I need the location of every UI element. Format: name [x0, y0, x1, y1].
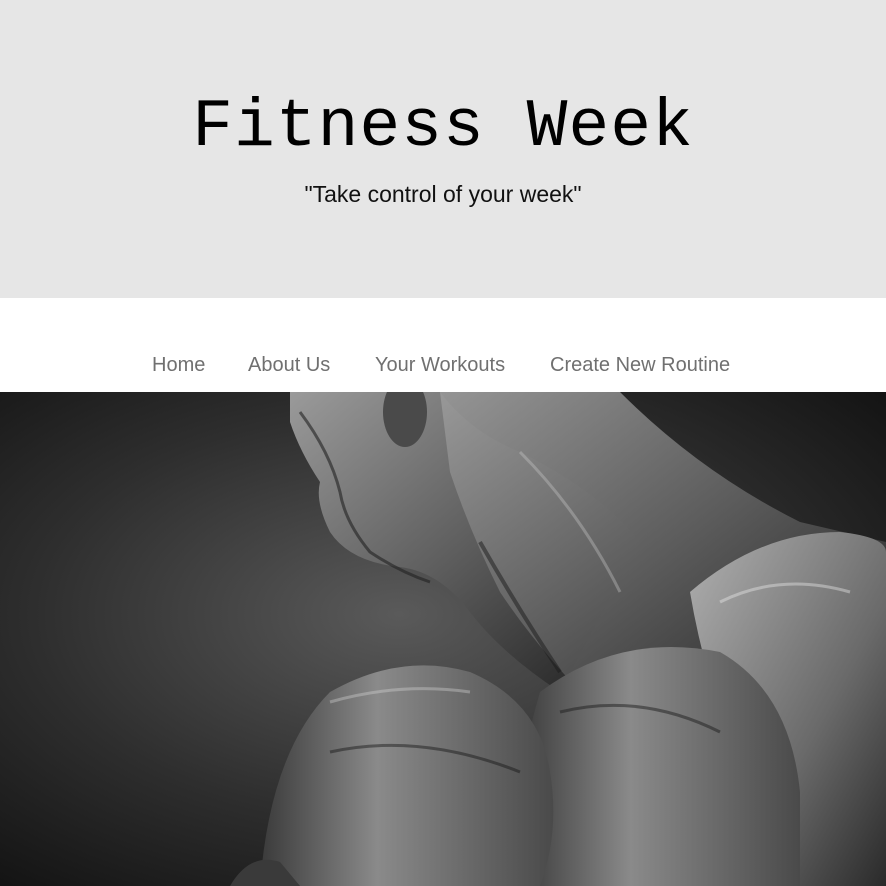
- hero-image: [0, 392, 886, 886]
- hero-photo: [0, 392, 886, 886]
- site-tagline: "Take control of your week": [304, 181, 582, 207]
- nav-link-about-us[interactable]: About Us: [248, 352, 330, 378]
- site-header: Fitness Week "Take control of your week": [0, 0, 886, 298]
- site-title: Fitness Week: [192, 89, 694, 166]
- nav-link-home[interactable]: Home: [152, 352, 205, 378]
- nav-link-create-new-routine[interactable]: Create New Routine: [550, 352, 730, 378]
- nav-link-your-workouts[interactable]: Your Workouts: [375, 352, 505, 378]
